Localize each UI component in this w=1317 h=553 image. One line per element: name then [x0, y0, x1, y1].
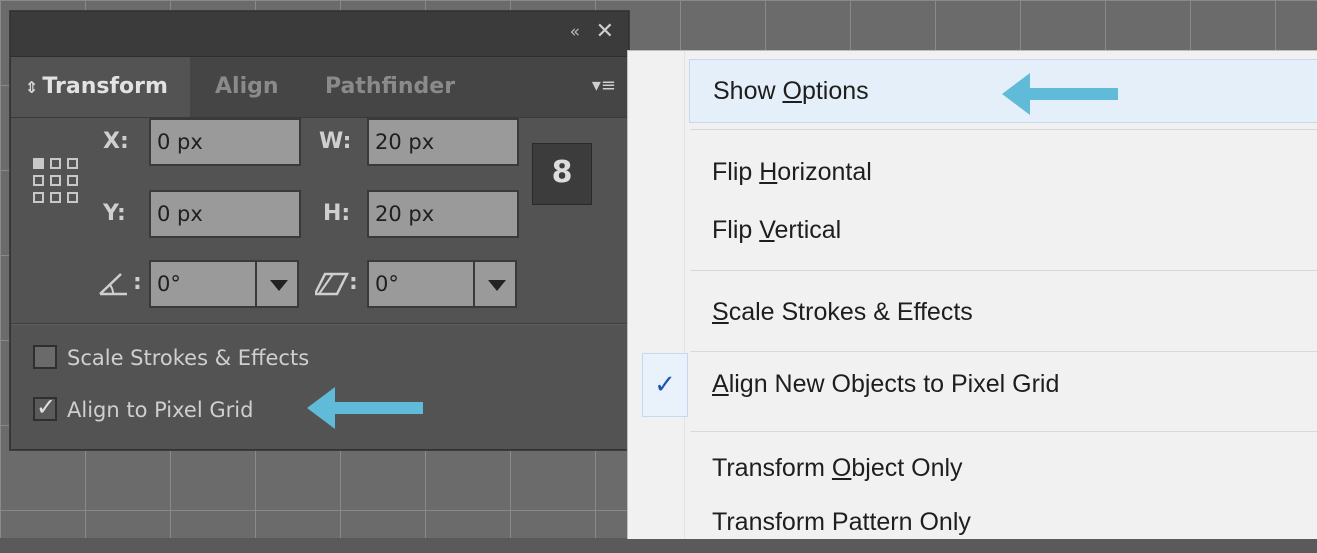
menu-separator — [690, 351, 1317, 352]
menu-item-text: cale Strokes & Effects — [728, 298, 973, 326]
menu-separator — [690, 431, 1317, 432]
menu-gutter — [628, 51, 685, 539]
menu-item-transform-pattern-only[interactable]: Transform Pattern Only — [689, 491, 1317, 553]
panel-divider — [11, 323, 628, 325]
shear-colon: : — [349, 270, 358, 295]
tab-expand-icon: ⇕ — [25, 78, 39, 97]
y-label: Y: — [103, 201, 126, 226]
reference-point-icon[interactable] — [33, 158, 79, 208]
menu-item-text: Flip — [712, 158, 760, 186]
rotate-icon — [99, 273, 127, 296]
y-input[interactable]: 0 px — [149, 190, 301, 238]
x-label: X: — [103, 129, 129, 154]
menu-item-accel: V — [759, 216, 775, 244]
tab-transform[interactable]: ⇕ Transform — [11, 57, 190, 117]
scale-strokes-checkbox-row[interactable]: Scale Strokes & Effects — [33, 345, 310, 371]
align-pixel-grid-checkbox-row[interactable]: ✓ Align to Pixel Grid — [33, 393, 254, 423]
menu-item-text: orizontal — [777, 158, 872, 186]
tab-align[interactable]: Align — [201, 57, 293, 117]
panel-flyout-menu: Show Options Flip Horizontal Flip Vertic… — [627, 50, 1317, 539]
tab-pathfinder[interactable]: Pathfinder — [311, 57, 469, 117]
menu-check-cell: ✓ — [642, 353, 688, 417]
h-label: H: — [323, 201, 351, 226]
tab-align-label: Align — [215, 74, 279, 99]
w-label: W: — [319, 129, 352, 154]
menu-item-text: Flip — [712, 216, 760, 244]
rotate-input[interactable]: 0° — [149, 260, 257, 308]
menu-item-accel: H — [759, 158, 778, 186]
menu-item-accel: S — [712, 298, 729, 326]
rotate-colon: : — [133, 270, 142, 295]
menu-item-align-new-objects[interactable]: Align New Objects to Pixel Grid — [689, 353, 1317, 415]
close-icon[interactable]: ✕ — [596, 19, 614, 44]
w-input[interactable]: 20 px — [367, 118, 519, 166]
menu-item-flip-horizontal[interactable]: Flip Horizontal — [689, 141, 1317, 203]
menu-item-text: Transform Pattern Only — [712, 508, 971, 536]
panel-menu-icon[interactable]: ▾≡ — [592, 75, 616, 96]
annotation-arrow-icon — [307, 387, 423, 429]
collapse-icon[interactable]: « — [570, 22, 581, 42]
scale-strokes-label: Scale Strokes & Effects — [67, 346, 310, 370]
link-icon: 8 — [551, 155, 573, 190]
menu-item-accel: A — [712, 370, 729, 398]
menu-item-text: ptions — [801, 77, 869, 105]
menu-item-text: Show — [713, 77, 783, 105]
align-pixel-grid-checkbox[interactable]: ✓ — [33, 393, 57, 421]
checkmark-icon: ✓ — [36, 393, 57, 421]
menu-item-text: lign New Objects to Pixel Grid — [728, 370, 1060, 398]
annotation-arrow-icon — [1002, 73, 1118, 115]
shear-icon — [315, 272, 349, 296]
menu-item-transform-object-only[interactable]: Transform Object Only — [689, 437, 1317, 499]
scale-strokes-checkbox[interactable] — [33, 345, 57, 369]
rotate-dropdown-button[interactable] — [255, 260, 299, 308]
shear-dropdown-button[interactable] — [473, 260, 517, 308]
menu-item-accel: O — [782, 77, 802, 105]
menu-separator — [690, 270, 1317, 271]
menu-item-text: bject Only — [851, 454, 963, 482]
tab-transform-label: Transform — [42, 74, 168, 99]
checkmark-icon: ✓ — [654, 369, 676, 399]
tab-pathfinder-label: Pathfinder — [325, 74, 456, 99]
menu-item-flip-vertical[interactable]: Flip Vertical — [689, 199, 1317, 261]
h-input[interactable]: 20 px — [367, 190, 519, 238]
panel-title-bar: « ✕ — [11, 12, 628, 57]
transform-panel: « ✕ ⇕ Transform Align Pathfinder ▾≡ X: 0 … — [10, 11, 629, 450]
menu-item-text: Transform — [712, 454, 832, 482]
constrain-proportions-button[interactable]: 8 — [532, 143, 592, 205]
menu-item-text: ertical — [774, 216, 842, 244]
shear-input[interactable]: 0° — [367, 260, 475, 308]
menu-item-accel: O — [831, 454, 852, 482]
x-input[interactable]: 0 px — [149, 118, 301, 166]
align-pixel-grid-label: Align to Pixel Grid — [67, 398, 254, 422]
menu-separator — [690, 129, 1317, 130]
menu-item-scale-strokes[interactable]: Scale Strokes & Effects — [689, 281, 1317, 343]
panel-tabs: ⇕ Transform Align Pathfinder ▾≡ — [11, 57, 628, 118]
